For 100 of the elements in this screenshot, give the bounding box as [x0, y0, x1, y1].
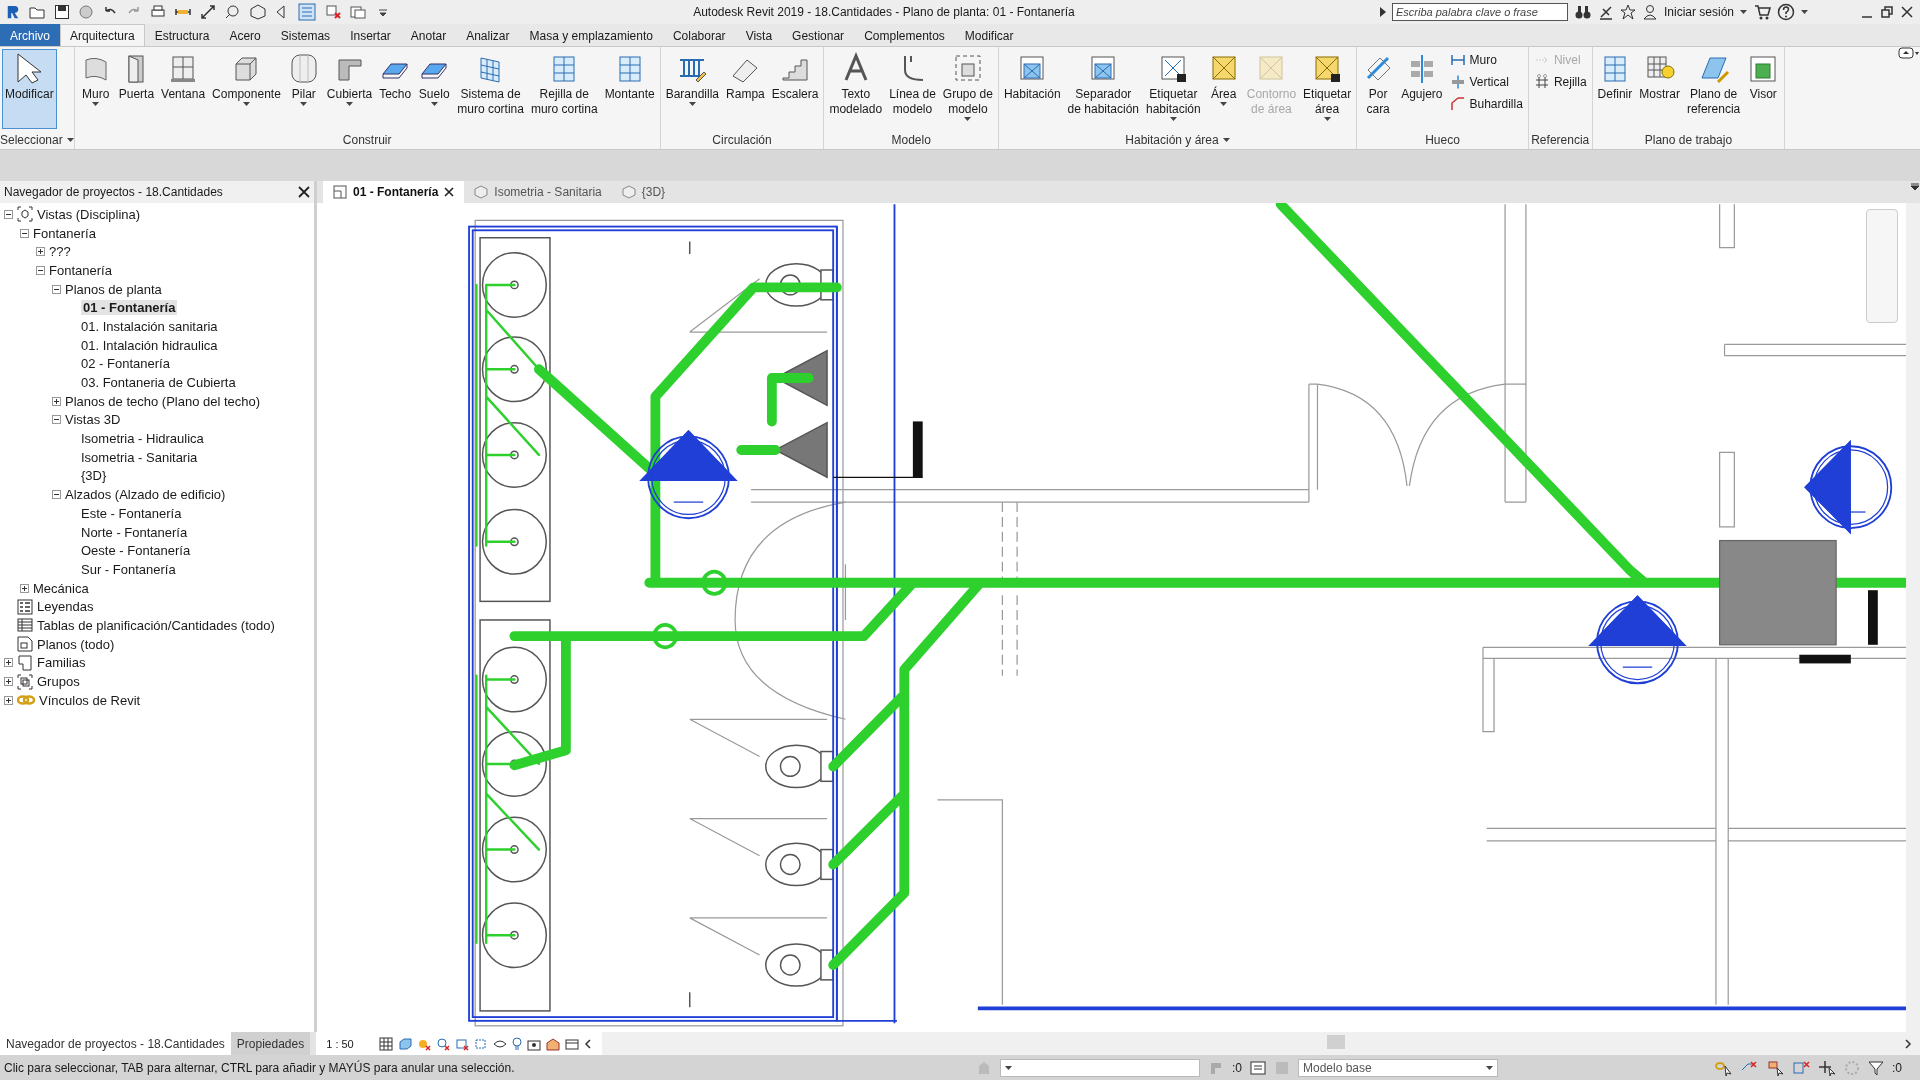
- view-tab[interactable]: {3D}: [611, 181, 676, 203]
- select-by-face-icon[interactable]: [1792, 1059, 1810, 1076]
- ribbon-tool-button[interactable]: Montante: [601, 49, 658, 105]
- visual-style-icon[interactable]: [397, 1036, 412, 1051]
- tree-item[interactable]: 01. Instalación sanitaria: [81, 318, 218, 334]
- app-logo-icon[interactable]: [6, 4, 20, 20]
- cart-icon[interactable]: [1753, 4, 1771, 20]
- expand-toggle-icon[interactable]: [20, 583, 29, 593]
- tree-item[interactable]: Sur - Fontanería: [81, 561, 176, 577]
- ribbon-tool-button[interactable]: Sistema de muro cortina: [454, 49, 527, 120]
- select-pinned-icon[interactable]: [1766, 1059, 1784, 1076]
- default-3d-view-icon[interactable]: [248, 4, 266, 20]
- tree-item[interactable]: Familias: [37, 655, 86, 671]
- ribbon-tool-button[interactable]: Componente: [209, 49, 284, 109]
- ribbon-tool-button[interactable]: Visor: [1744, 49, 1783, 105]
- filter-icon[interactable]: [1868, 1059, 1884, 1076]
- lightbulb-icon[interactable]: [511, 1036, 522, 1051]
- ribbon-tab[interactable]: Modificar: [954, 24, 1024, 46]
- ribbon-tool-button[interactable]: Etiquetar habitación: [1143, 49, 1204, 124]
- ribbon-tool-button[interactable]: Buhardilla: [1446, 94, 1526, 114]
- ribbon-tool-button[interactable]: Suelo: [415, 49, 454, 109]
- ribbon-tab[interactable]: Estructura: [144, 24, 220, 46]
- tree-item[interactable]: Vistas 3D: [65, 412, 121, 428]
- ribbon-tool-button[interactable]: Separador de habitación: [1064, 49, 1142, 120]
- ribbon-tool-button[interactable]: Línea de modelo: [886, 49, 939, 120]
- tree-item[interactable]: {3D}: [81, 468, 107, 484]
- ribbon-options-icon[interactable]: [1898, 47, 1920, 59]
- ribbon-tool-button[interactable]: Área: [1204, 49, 1243, 109]
- tree-item[interactable]: Planos de techo (Plano del techo): [65, 393, 261, 409]
- ribbon-tool-button[interactable]: Plano de referencia: [1683, 49, 1744, 120]
- panel-tab[interactable]: Propiedades: [230, 1032, 311, 1055]
- tree-item[interactable]: ???: [49, 244, 71, 260]
- collapse-toggle-icon[interactable]: [20, 228, 29, 238]
- ribbon-tab[interactable]: Complementos: [854, 24, 955, 46]
- print-icon[interactable]: [150, 4, 166, 20]
- dimension-icon[interactable]: [200, 4, 216, 20]
- tree-item[interactable]: Planos (todo): [37, 636, 115, 652]
- view-tab[interactable]: 01 - Fontanería: [323, 181, 465, 203]
- expand-arrow-icon[interactable]: [1379, 7, 1386, 17]
- tree-item[interactable]: Vistas (Disciplina): [37, 206, 141, 222]
- panel-tab[interactable]: Navegador de proyectos - 18.Cantidades: [0, 1032, 231, 1055]
- close-icon[interactable]: [444, 187, 455, 197]
- ribbon-tool-button[interactable]: Texto modelado: [826, 49, 886, 120]
- tree-item[interactable]: 02 - Fontanería: [81, 356, 170, 372]
- analytical-model-icon[interactable]: [545, 1036, 560, 1051]
- ribbon-tab[interactable]: Colaborar: [662, 24, 736, 46]
- ribbon-tool-button[interactable]: Rejilla: [1530, 72, 1590, 92]
- close-hidden-icon[interactable]: [324, 4, 342, 20]
- tree-item[interactable]: Oeste - Fontanería: [81, 543, 191, 559]
- tree-item[interactable]: 03. Fontaneria de Cubierta: [81, 375, 236, 391]
- tree-item[interactable]: Isometria - Sanitaria: [81, 449, 198, 465]
- save-icon[interactable]: [54, 4, 70, 20]
- design-option-dropdown[interactable]: Modelo base: [1298, 1058, 1498, 1077]
- chevron-left-icon[interactable]: [583, 1038, 592, 1049]
- ribbon-tab[interactable]: Insertar: [340, 24, 401, 46]
- ribbon-tool-button[interactable]: Cubierta: [323, 49, 376, 109]
- ribbon-tab[interactable]: Arquitectura: [60, 24, 145, 46]
- view-scale-control[interactable]: 1 : 50: [326, 1037, 354, 1050]
- open-folder-icon[interactable]: [28, 4, 46, 20]
- ribbon-tool-button[interactable]: Barandilla: [662, 49, 723, 109]
- collapse-toggle-icon[interactable]: [52, 284, 61, 294]
- ribbon-tool-button[interactable]: Definir: [1594, 49, 1636, 105]
- search-field[interactable]: Escriba palabra clave o frase: [1391, 3, 1568, 21]
- vertical-scrollbar[interactable]: [1906, 203, 1920, 1032]
- ribbon-tab[interactable]: Vista: [735, 24, 783, 46]
- collapse-toggle-icon[interactable]: [36, 265, 45, 275]
- shadows-icon[interactable]: [435, 1036, 450, 1051]
- tree-item[interactable]: Norte - Fontanería: [81, 524, 188, 540]
- expand-toggle-icon[interactable]: [36, 247, 45, 257]
- close-icon[interactable]: [1900, 5, 1914, 19]
- view-tab[interactable]: Isometria - Sanitaria: [464, 181, 612, 203]
- ribbon-tool-button[interactable]: Escalera: [768, 49, 822, 105]
- drag-elements-icon[interactable]: [1818, 1059, 1836, 1076]
- ribbon-tool-button[interactable]: Modificar: [2, 49, 57, 129]
- ribbon-tab[interactable]: Sistemas: [270, 24, 341, 46]
- tree-item[interactable]: Este - Fontanería: [81, 505, 182, 521]
- tree-item[interactable]: Fontanería: [33, 225, 96, 241]
- ribbon-tab[interactable]: Acero: [219, 24, 271, 46]
- collapse-toggle-icon[interactable]: [4, 209, 13, 219]
- ribbon-tool-button[interactable]: Muro: [76, 49, 115, 109]
- ribbon-tab[interactable]: Masa y emplazamiento: [519, 24, 663, 46]
- tree-item[interactable]: Grupos: [37, 674, 80, 690]
- ribbon-tool-button[interactable]: Agujero: [1398, 49, 1446, 105]
- restore-icon[interactable]: [1880, 5, 1894, 19]
- expand-toggle-icon[interactable]: [4, 658, 13, 668]
- ribbon-tab[interactable]: Analizar: [456, 24, 520, 46]
- tree-item[interactable]: Tablas de planificación/Cantidades (todo): [37, 617, 275, 633]
- tree-item[interactable]: 01 - Fontanería: [81, 300, 178, 316]
- ribbon-tool-button[interactable]: Por cara: [1359, 49, 1398, 120]
- tree-item[interactable]: Vínculos de Revit: [39, 692, 141, 708]
- scrollbar-thumb[interactable]: [1326, 1035, 1345, 1049]
- ribbon-tool-button[interactable]: Rejilla de muro cortina: [527, 49, 601, 120]
- tree-item[interactable]: Alzados (Alzado de edificio): [65, 487, 226, 503]
- ribbon-tool-button[interactable]: Vertical: [1446, 72, 1526, 92]
- ribbon-tab[interactable]: Archivo: [0, 24, 60, 46]
- ribbon-tab[interactable]: Gestionar: [782, 24, 855, 46]
- horizontal-scrollbar[interactable]: [601, 1032, 1920, 1055]
- chevron-right-icon[interactable]: [1904, 1038, 1912, 1049]
- tree-item[interactable]: Leyendas: [37, 599, 94, 615]
- ribbon-tool-button[interactable]: Ventana: [158, 49, 209, 105]
